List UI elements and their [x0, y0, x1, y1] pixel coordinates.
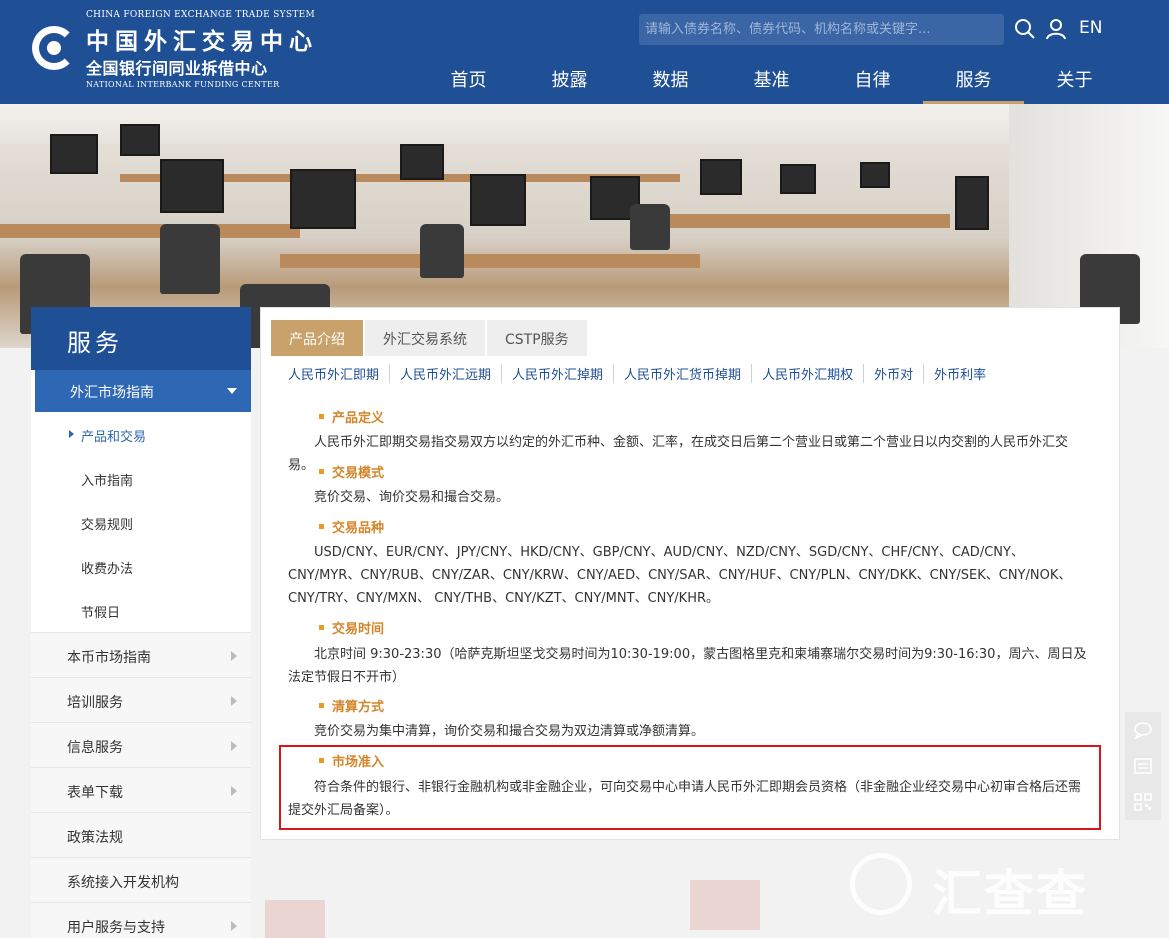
section-text: USD/CNY、EUR/CNY、JPY/CNY、HKD/CNY、GBP/CNY、… [288, 545, 1072, 606]
tab-product-intro[interactable]: 产品介绍 [271, 320, 363, 356]
triangle-right-icon [69, 430, 74, 438]
bullet-square-icon [319, 414, 324, 419]
section-text: 竞价交易为集中清算，询价交易和撮合交易为双边清算或净额清算。 [314, 724, 705, 739]
sidebar-item-label: 系统接入开发机构 [67, 875, 179, 891]
section-text: 人民币外汇即期交易指交易双方以约定的外汇币种、金额、汇率，在成交日后第二个营业日… [288, 435, 1069, 473]
bullet-square-icon [319, 625, 324, 630]
sidebar-subitem-trading-rules[interactable]: 交易规则 [31, 500, 251, 544]
subnav-link-swap[interactable]: 人民币外汇掉期 [501, 364, 613, 383]
language-switch[interactable]: EN [1079, 18, 1102, 38]
sidebar-item-training[interactable]: 培训服务 [31, 677, 251, 722]
sidebar-subitem-holidays[interactable]: 节假日 [31, 588, 251, 632]
nav-item-self-regulation[interactable]: 自律 [822, 58, 923, 104]
subnav-link-option[interactable]: 人民币外汇期权 [751, 364, 863, 383]
watermark-text: 汇查查 [932, 865, 1088, 923]
chevron-right-icon [231, 741, 237, 751]
nav-item-benchmark[interactable]: 基准 [721, 58, 822, 104]
nav-item-data[interactable]: 数据 [620, 58, 721, 104]
sidebar-subitem-products[interactable]: 产品和交易 [31, 412, 251, 456]
sidebar-item-rmb-market-guide[interactable]: 本币市场指南 [31, 632, 251, 677]
section-title: 交易品种 [319, 517, 384, 536]
floating-toolbar [1125, 712, 1161, 820]
main-nav: 首页 披露 数据 基准 自律 服务 关于 [418, 58, 1125, 104]
qr-code-icon[interactable] [1125, 784, 1161, 820]
watermark-logo-icon [850, 853, 912, 915]
chevron-right-icon [231, 696, 237, 706]
sidebar-item-label: 培训服务 [67, 695, 123, 711]
bullet-square-icon [319, 469, 324, 474]
nav-item-home[interactable]: 首页 [418, 58, 519, 104]
tab-cstp-service[interactable]: CSTP服务 [487, 320, 587, 356]
nav-item-services[interactable]: 服务 [923, 58, 1024, 104]
sidebar-item-user-support[interactable]: 用户服务与支持 [31, 902, 251, 938]
sidebar-subitem-fees[interactable]: 收费办法 [31, 544, 251, 588]
sidebar-subitem-label: 产品和交易 [81, 430, 147, 445]
sidebar-item-form-download[interactable]: 表单下载 [31, 767, 251, 812]
chat-bubble-icon[interactable] [1125, 712, 1161, 748]
section-text: 竞价交易、询价交易和撮合交易。 [314, 490, 510, 505]
subnav-link-fx-pair[interactable]: 外币对 [863, 364, 923, 383]
subnav-link-fx-rate[interactable]: 外币利率 [923, 364, 996, 383]
search-input[interactable] [639, 14, 1004, 45]
caret-down-icon [227, 388, 237, 394]
sidebar-item-info-services[interactable]: 信息服务 [31, 722, 251, 767]
sidebar-item-label: 政策法规 [67, 830, 123, 846]
section-title: 清算方式 [319, 696, 384, 715]
highlight-box [279, 745, 1101, 830]
tab-fx-trading-system[interactable]: 外汇交易系统 [365, 320, 485, 356]
sidebar-item-label: 用户服务与支持 [67, 920, 165, 936]
logo-english-bottom: NATIONAL INTERBANK FUNDING CENTER [86, 80, 280, 89]
sidebar: 服务 外汇市场指南 产品和交易 入市指南 交易规则 收费办法 节假日 本币市场指… [31, 307, 251, 938]
chevron-right-icon [231, 651, 237, 661]
product-subnav: 人民币外汇即期 人民币外汇远期 人民币外汇掉期 人民币外汇货币掉期 人民币外汇期… [279, 364, 996, 383]
sidebar-item-label: 表单下载 [67, 785, 123, 801]
sidebar-item-fx-market-guide[interactable]: 外汇市场指南 [31, 370, 251, 412]
document-icon[interactable] [1125, 748, 1161, 784]
content-tabs: 产品介绍 外汇交易系统 CSTP服务 [271, 320, 589, 356]
section-title: 交易模式 [319, 462, 384, 481]
logo-chinese-top: 中国外汇交易中心 [86, 28, 318, 55]
site-logo[interactable]: CHINA FOREIGN EXCHANGE TRADE SYSTEM 中国外汇… [30, 8, 315, 94]
sidebar-item-label: 外汇市场指南 [70, 385, 154, 401]
subnav-link-spot[interactable]: 人民币外汇即期 [279, 364, 389, 383]
sidebar-subitem-entry-guide[interactable]: 入市指南 [31, 456, 251, 500]
chevron-right-icon [231, 921, 237, 931]
sidebar-item-system-access[interactable]: 系统接入开发机构 [31, 857, 251, 902]
sidebar-item-label: 信息服务 [67, 740, 123, 756]
subnav-link-currency-swap[interactable]: 人民币外汇货币掉期 [613, 364, 751, 383]
bullet-square-icon [319, 703, 324, 708]
watermark: 汇查查 [850, 850, 1110, 923]
section-title: 产品定义 [319, 407, 384, 426]
sidebar-item-label: 本币市场指南 [67, 650, 151, 666]
sidebar-item-policies[interactable]: 政策法规 [31, 812, 251, 857]
bullet-square-icon [319, 524, 324, 529]
section-title: 交易时间 [319, 618, 384, 637]
nav-item-disclosure[interactable]: 披露 [519, 58, 620, 104]
user-icon[interactable] [1045, 18, 1067, 40]
logo-chinese-bottom: 全国银行间同业拆借中心 [86, 59, 268, 78]
logo-english-top: CHINA FOREIGN EXCHANGE TRADE SYSTEM [86, 10, 316, 20]
sidebar-title: 服务 [31, 307, 251, 370]
site-header: CHINA FOREIGN EXCHANGE TRADE SYSTEM 中国外汇… [0, 0, 1169, 104]
logo-mark-icon [32, 26, 76, 70]
nav-item-about[interactable]: 关于 [1024, 58, 1125, 104]
section-text: 北京时间 9:30-23:30（哈萨克斯坦坚戈交易时间为10:30-19:00，… [288, 647, 1087, 685]
subnav-link-forward[interactable]: 人民币外汇远期 [389, 364, 501, 383]
search-icon[interactable] [1014, 18, 1036, 40]
chevron-right-icon [231, 786, 237, 796]
